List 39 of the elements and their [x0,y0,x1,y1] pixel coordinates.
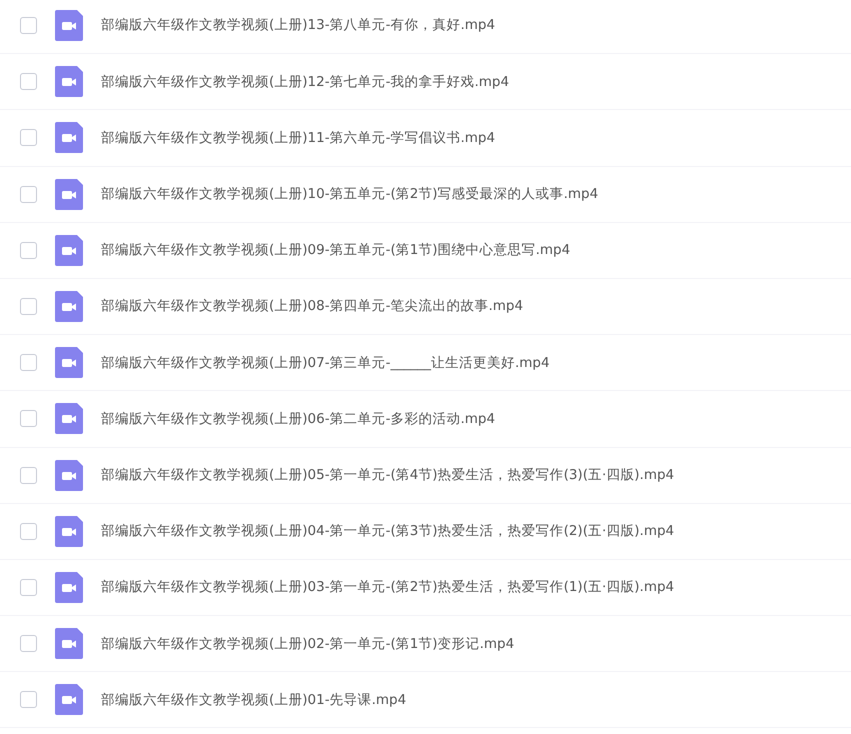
file-name[interactable]: 部编版六年级作文教学视频(上册)10-第五单元-(第2节)写感受最深的人或事.mp4 [101,184,598,204]
checkbox[interactable] [20,242,37,259]
checkbox[interactable] [20,298,37,316]
checkbox[interactable] [20,466,37,484]
checkbox[interactable] [20,17,37,34]
file-name[interactable]: 部编版六年级作文教学视频(上册)06-第二单元-多彩的活动.mp4 [101,408,496,430]
file-name[interactable]: 部编版六年级作文教学视频(上册)01-先导课.mp4 [101,690,406,710]
file-name[interactable]: 部编版六年级作文教学视频(上册)02-第一单元-(第1节)变形记.mp4 [101,634,514,654]
video-file-icon [55,234,83,266]
video-file-icon [55,572,83,603]
checkbox[interactable] [20,578,37,596]
checkbox[interactable] [20,410,37,428]
file-name[interactable]: 部编版六年级作文教学视频(上册)03-第一单元-(第2节)热爱生活，热爱写作(1)(五·四版).mp4 [101,577,674,598]
video-file-icon [55,122,83,154]
checkbox[interactable] [20,129,37,146]
file-name[interactable]: 部编版六年级作文教学视频(上册)12-第七单元-我的拿手好戏.mp4 [101,72,510,92]
checkbox[interactable] [20,691,37,708]
video-file-icon [55,347,83,378]
video-file-icon [55,403,83,434]
video-file-icon [55,291,83,322]
file-name[interactable]: 部编版六年级作文教学视频(上册)13-第八单元-有你，真好.mp4 [101,15,496,36]
checkbox[interactable] [20,186,37,203]
video-file-icon [55,10,83,42]
video-file-icon [55,178,83,210]
file-name[interactable]: 部编版六年级作文教学视频(上册)05-第一单元-(第4节)热爱生活，热爱写作(3)(五·四版).mp4 [101,464,674,486]
video-file-icon [55,66,83,98]
file-name[interactable]: 部编版六年级作文教学视频(上册)07-第三单元-______让生活更美好.mp4 [101,352,550,373]
checkbox[interactable] [20,635,37,652]
video-file-icon [55,516,83,547]
video-file-icon [55,684,83,716]
checkbox[interactable] [20,73,37,90]
video-file-icon [55,460,83,491]
checkbox[interactable] [20,522,37,540]
file-name[interactable]: 部编版六年级作文教学视频(上册)04-第一单元-(第3节)热爱生活，热爱写作(2)(五·四版).mp4 [101,521,674,542]
file-name[interactable]: 部编版六年级作文教学视频(上册)08-第四单元-笔尖流出的故事.mp4 [101,296,524,317]
video-file-icon [55,628,83,660]
file-name[interactable]: 部编版六年级作文教学视频(上册)09-第五单元-(第1节)围绕中心意思写.mp4 [101,240,570,260]
checkbox[interactable] [20,354,37,372]
file-name[interactable]: 部编版六年级作文教学视频(上册)11-第六单元-学写倡议书.mp4 [101,128,496,148]
